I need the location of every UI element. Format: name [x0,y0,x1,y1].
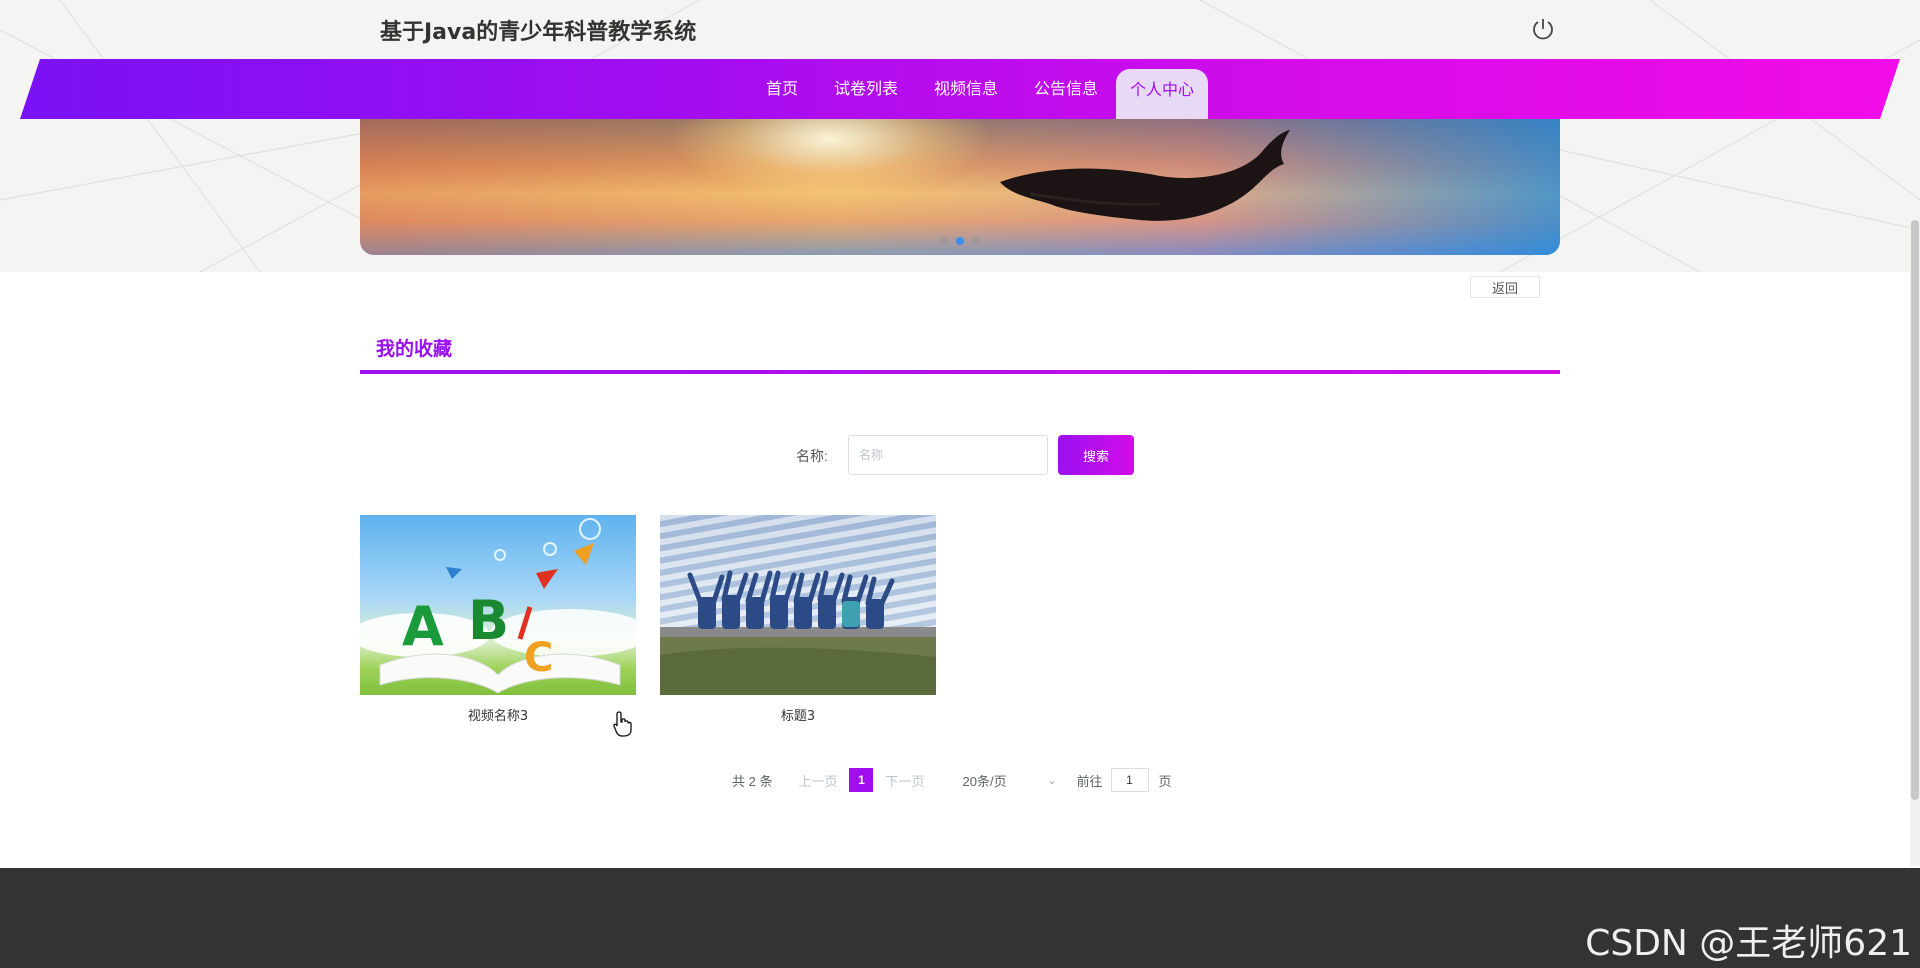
pagination: 共 2 条 上一页 1 下一页 20条/页 ⌄ 前往 1 页 [732,768,1172,792]
carousel-dot[interactable] [940,237,948,245]
favorite-card[interactable]: A B C 视频名称3 [360,515,636,724]
back-button[interactable]: 返回 [1470,276,1540,298]
banner-carousel[interactable] [360,119,1560,255]
nav-item-video-info[interactable]: 视频信息 [916,59,1016,119]
team-raising-arms-photo [660,570,936,695]
favorite-card[interactable]: 标题3 [660,515,936,724]
power-icon[interactable] [1530,16,1556,42]
next-page-button[interactable]: 下一页 [885,771,924,790]
search-input[interactable] [848,435,1048,475]
pagination-total: 共 2 条 [732,773,773,789]
site-title: 基于Java的青少年科普教学系统 [380,20,697,45]
page-size-select[interactable]: 20条/页 ⌄ [963,771,1063,790]
svg-text:B: B [468,589,509,652]
svg-text:A: A [402,595,444,658]
section-divider [360,370,1560,374]
chevron-down-icon: ⌄ [1047,774,1057,787]
banner-image [360,119,1560,255]
nav-item-home[interactable]: 首页 [748,59,816,119]
search-button[interactable]: 搜索 [1058,435,1134,475]
abc-book-illustration: A B C [360,518,636,694]
whale-silhouette [1000,130,1290,221]
watermark: CSDN @王老师621 [1585,923,1912,964]
goto-page-input[interactable]: 1 [1110,768,1149,792]
carousel-dot-active[interactable] [956,237,964,245]
nav-item-exam-list[interactable]: 试卷列表 [816,59,916,119]
page-number-current[interactable]: 1 [849,768,874,792]
carousel-dot[interactable] [972,237,980,245]
carousel-indicator [360,237,1560,245]
prev-page-button[interactable]: 上一页 [798,771,837,790]
search-label: 名称: [796,448,828,464]
page-size-value: 20条/页 [962,773,1007,789]
hand-cursor-icon [613,711,632,737]
nav-item-notice-info[interactable]: 公告信息 [1016,59,1116,119]
section-title: 我的收藏 [376,338,453,360]
card-thumbnail[interactable]: A B C [360,515,636,695]
svg-text:C: C [524,635,553,681]
goto-label: 前往 [1076,773,1103,789]
main-nav: 首页 试卷列表 视频信息 公告信息 个人中心 [0,59,1920,119]
scrollbar-thumb[interactable] [1911,220,1919,800]
card-thumbnail[interactable] [660,515,936,695]
card-caption[interactable]: 标题3 [660,705,936,724]
page-suffix: 页 [1158,773,1172,789]
nav-item-personal-center[interactable]: 个人中心 [1116,69,1209,119]
card-caption[interactable]: 视频名称3 [360,705,636,724]
